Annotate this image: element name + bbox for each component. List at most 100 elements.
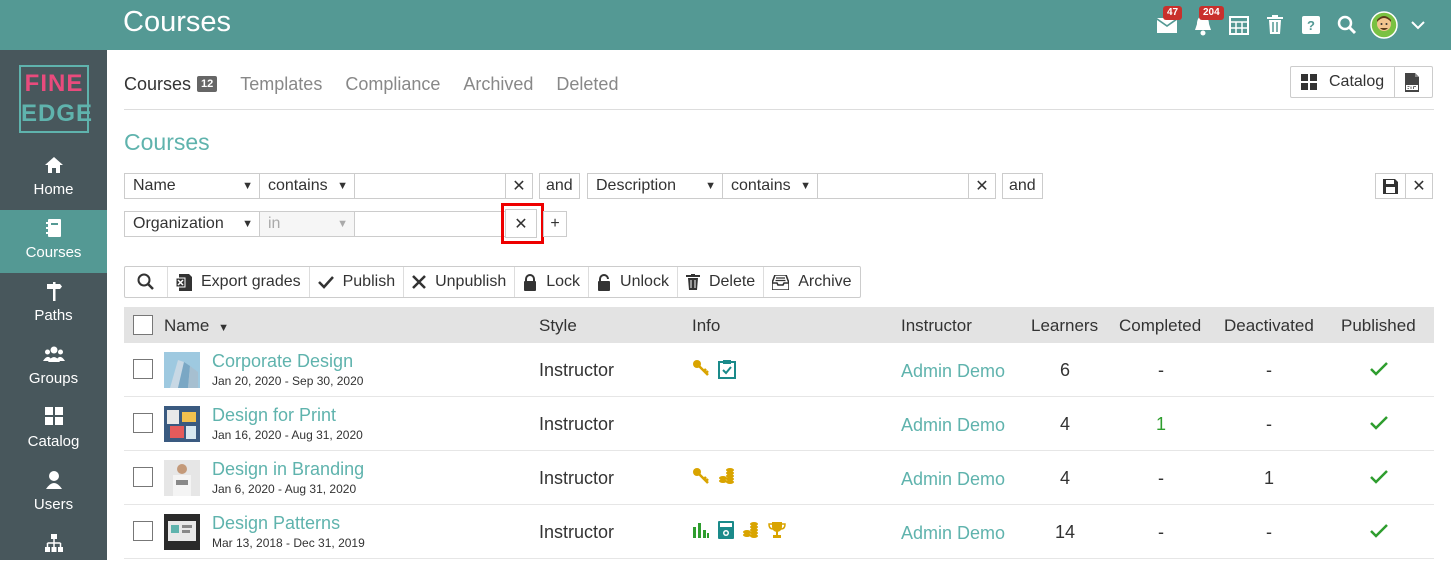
delete-button[interactable]: Delete <box>678 267 765 297</box>
tab-courses[interactable]: Courses 12 <box>124 72 218 96</box>
published-check-icon <box>1370 524 1388 538</box>
catalog-icon <box>1301 74 1317 90</box>
course-style: Instructor <box>539 522 615 542</box>
column-header-learners[interactable]: Learners <box>1031 316 1098 336</box>
instructor-link[interactable]: Admin Demo <box>901 415 1005 436</box>
save-filter-button[interactable] <box>1375 173 1406 199</box>
course-dates: Jan 16, 2020 - Aug 31, 2020 <box>212 428 363 442</box>
published-check-icon <box>1370 470 1388 484</box>
select-all-checkbox[interactable] <box>133 315 153 335</box>
catalog-icon <box>0 407 107 431</box>
course-name-link[interactable]: Corporate Design <box>212 351 353 372</box>
close-icon: ✕ <box>975 178 989 195</box>
instructor-link[interactable]: Admin Demo <box>901 361 1005 382</box>
add-filter-button[interactable]: + <box>543 211 567 237</box>
bar-chart-icon <box>693 523 709 538</box>
remove-filter-button[interactable]: ✕ <box>968 173 996 199</box>
column-header-instructor[interactable]: Instructor <box>901 316 972 336</box>
toolbar-label: Lock <box>546 273 581 290</box>
column-header-published[interactable]: Published <box>1341 316 1416 336</box>
publish-button[interactable]: Publish <box>310 267 405 297</box>
filter-value-input[interactable] <box>817 173 969 199</box>
course-thumbnail <box>164 514 200 550</box>
column-header-style[interactable]: Style <box>539 316 577 336</box>
instructor-link[interactable]: Admin Demo <box>901 523 1005 544</box>
row-checkbox[interactable] <box>133 467 153 487</box>
user-avatar[interactable] <box>1370 11 1398 39</box>
filter-operator-select[interactable]: contains ▼ <box>259 173 355 199</box>
filter-operator-select[interactable]: contains ▼ <box>722 173 818 199</box>
tab-archived[interactable]: Archived <box>463 72 533 96</box>
course-name-link[interactable]: Design Patterns <box>212 513 340 534</box>
export-grades-button[interactable]: Export grades <box>168 267 310 297</box>
table-row[interactable]: Corporate Design Jan 20, 2020 - Sep 30, … <box>124 343 1434 397</box>
toolbar-label: Archive <box>798 273 852 290</box>
fine-edge-logo[interactable]: FINE EDGE <box>19 65 92 133</box>
unpublish-button[interactable]: Unpublish <box>404 267 516 297</box>
clear-filters-button[interactable]: ✕ <box>1405 173 1433 199</box>
dropdown-arrow-icon: ▼ <box>242 180 253 192</box>
key-icon <box>693 468 709 484</box>
filter-field-select[interactable]: Name ▼ <box>124 173 260 199</box>
tab-deleted[interactable]: Deleted <box>556 72 618 96</box>
tab-templates[interactable]: Templates <box>240 72 322 96</box>
row-checkbox[interactable] <box>133 521 153 541</box>
logo-line1: FINE <box>24 70 84 97</box>
column-header-name[interactable]: Name ▼ <box>164 316 229 336</box>
unlock-button[interactable]: Unlock <box>589 267 678 297</box>
notifications-badge: 204 <box>1199 6 1224 20</box>
help-icon[interactable]: ? <box>1299 13 1323 37</box>
column-header-completed[interactable]: Completed <box>1119 316 1201 336</box>
sidebar-item-groups[interactable]: Groups <box>0 336 107 399</box>
and-connector[interactable]: and <box>539 173 580 199</box>
sidebar-item-label: Paths <box>34 307 73 324</box>
catalog-button[interactable]: Catalog <box>1291 67 1394 97</box>
row-checkbox[interactable] <box>133 359 153 379</box>
course-info-icons <box>692 467 736 485</box>
lock-button[interactable]: Lock <box>515 267 590 297</box>
course-name-link[interactable]: Design in Branding <box>212 459 364 480</box>
instructor-link[interactable]: Admin Demo <box>901 469 1005 490</box>
sidebar-item-org-chart[interactable] <box>0 525 107 588</box>
sidebar-item-catalog[interactable]: Catalog <box>0 399 107 462</box>
pdf-icon[interactable] <box>1394 67 1428 97</box>
chevron-down-icon[interactable] <box>1406 13 1430 37</box>
key-icon <box>693 360 709 376</box>
lock-icon <box>524 273 537 291</box>
table-row[interactable]: Design for Print Jan 16, 2020 - Aug 31, … <box>124 397 1434 451</box>
calculator-icon <box>718 521 734 539</box>
row-checkbox[interactable] <box>133 413 153 433</box>
filter-field-select[interactable]: Organization ▼ <box>124 211 260 237</box>
course-name-link[interactable]: Design for Print <box>212 405 336 426</box>
filter-value-input[interactable] <box>354 211 506 237</box>
sidebar-item-users[interactable]: Users <box>0 462 107 525</box>
notifications-icon[interactable]: 204 <box>1191 6 1224 37</box>
filter-field-select[interactable]: Description ▼ <box>587 173 723 199</box>
sidebar-item-label: Courses <box>25 244 82 261</box>
filter-value-input[interactable] <box>354 173 506 199</box>
and-connector[interactable]: and <box>1002 173 1043 199</box>
search-icon[interactable] <box>1335 13 1359 37</box>
deactivated-count: - <box>1266 360 1272 380</box>
filter-field-value: Name <box>133 177 176 194</box>
column-header-deactivated[interactable]: Deactivated <box>1224 316 1314 336</box>
sidebar-item-paths[interactable]: Paths <box>0 273 107 336</box>
messages-icon[interactable]: 47 <box>1155 6 1183 37</box>
tab-compliance[interactable]: Compliance <box>345 72 440 96</box>
trash-icon[interactable] <box>1263 13 1287 37</box>
sidebar-item-courses[interactable]: Courses <box>0 210 107 273</box>
sidebar-item-label: Catalog <box>27 433 80 450</box>
home-icon <box>0 155 107 179</box>
dropdown-arrow-icon: ▼ <box>242 218 253 230</box>
highlight-box <box>501 203 544 244</box>
remove-filter-button[interactable]: ✕ <box>505 173 533 199</box>
calendar-icon[interactable] <box>1227 13 1251 37</box>
sidebar: FINE EDGE Home Courses Paths Groups Cata… <box>0 50 107 560</box>
courses-icon <box>0 218 107 242</box>
close-icon <box>412 275 426 289</box>
archive-button[interactable]: Archive <box>764 267 859 297</box>
search-button[interactable] <box>125 267 168 297</box>
table-row[interactable]: Design Patterns Mar 13, 2018 - Dec 31, 2… <box>124 505 1434 559</box>
table-row[interactable]: Design in Branding Jan 6, 2020 - Aug 31,… <box>124 451 1434 505</box>
sidebar-item-home[interactable]: Home <box>0 147 107 210</box>
